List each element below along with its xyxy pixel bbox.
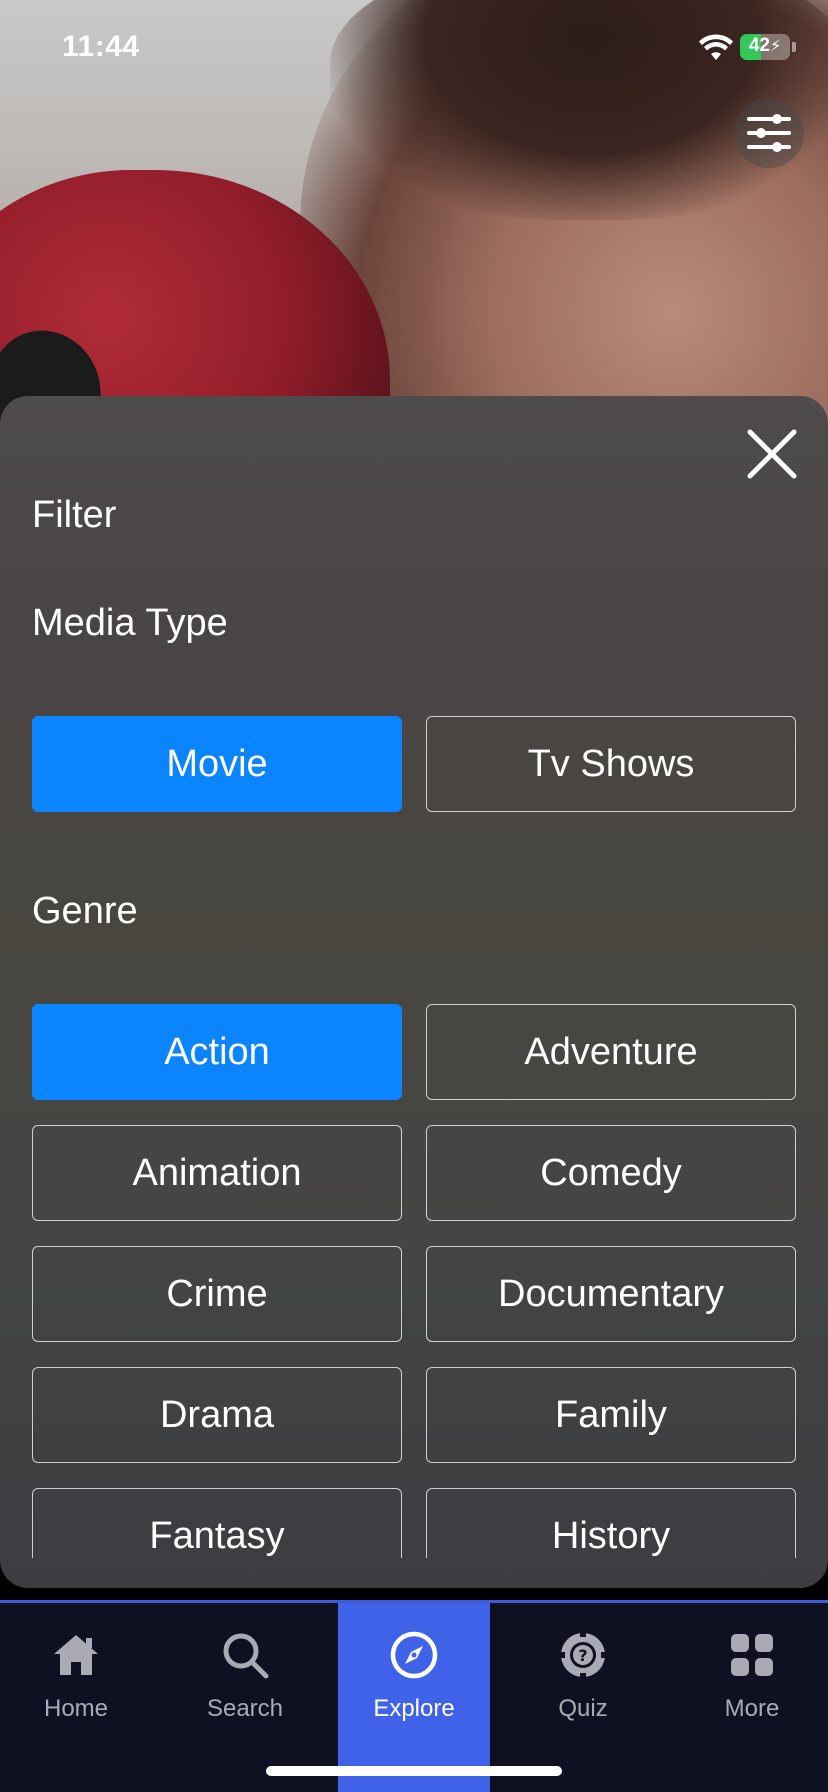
battery-percent: 42⚡ xyxy=(740,35,790,57)
status-bar: 11:44 42⚡ xyxy=(0,0,828,100)
genre-heading: Genre xyxy=(32,890,138,932)
home-icon xyxy=(50,1629,102,1681)
filter-sheet: Filter Media Type Movie Tv Shows Genre A… xyxy=(0,396,828,1588)
compass-icon xyxy=(388,1629,440,1681)
genre-chip[interactable]: Family xyxy=(426,1367,796,1463)
genre-chip[interactable]: Fantasy xyxy=(32,1488,402,1558)
media-type-chip[interactable]: Tv Shows xyxy=(426,716,796,812)
tab-home[interactable]: Home xyxy=(0,1603,152,1792)
tab-label: Explore xyxy=(373,1695,455,1722)
svg-text:?: ? xyxy=(578,1646,587,1665)
media-type-chip[interactable]: Movie xyxy=(32,716,402,812)
wifi-icon xyxy=(699,34,733,60)
sliders-icon xyxy=(747,114,791,152)
tab-search[interactable]: Search xyxy=(169,1603,321,1792)
genre-chip[interactable]: Action xyxy=(32,1004,402,1100)
genre-chip[interactable]: Drama xyxy=(32,1367,402,1463)
search-icon xyxy=(219,1629,271,1681)
sheet-title: Filter xyxy=(32,494,117,536)
tab-label: More xyxy=(724,1695,780,1722)
genre-chip[interactable]: Comedy xyxy=(426,1125,796,1221)
battery-icon: 42⚡ xyxy=(740,34,790,60)
filter-sliders-button[interactable] xyxy=(734,98,804,168)
tab-more[interactable]: More xyxy=(676,1603,828,1792)
media-type-heading: Media Type xyxy=(32,602,228,644)
grid-icon xyxy=(726,1629,778,1681)
sheet-content: Filter Media Type Movie Tv Shows Genre A… xyxy=(0,396,828,1558)
tab-quiz[interactable]: ? Quiz xyxy=(507,1603,659,1792)
tab-explore[interactable]: Explore xyxy=(338,1603,490,1792)
battery-cap xyxy=(792,42,796,52)
genre-chip[interactable]: Animation xyxy=(32,1125,402,1221)
genre-chip[interactable]: Adventure xyxy=(426,1004,796,1100)
tab-label: Quiz xyxy=(558,1695,608,1722)
home-indicator xyxy=(266,1766,562,1776)
battery-label: 42 xyxy=(748,35,770,56)
close-icon[interactable] xyxy=(744,426,800,482)
charging-bolt-icon: ⚡ xyxy=(769,38,782,55)
tab-label: Home xyxy=(43,1695,109,1722)
genre-chip[interactable]: History xyxy=(426,1488,796,1558)
tab-bar: Home Search Explore ? Quiz More xyxy=(0,1600,828,1792)
status-time: 11:44 xyxy=(62,30,140,63)
genre-chip[interactable]: Documentary xyxy=(426,1246,796,1342)
genre-chip[interactable]: Crime xyxy=(32,1246,402,1342)
tab-label: Search xyxy=(206,1695,284,1722)
quiz-icon: ? xyxy=(557,1629,609,1681)
